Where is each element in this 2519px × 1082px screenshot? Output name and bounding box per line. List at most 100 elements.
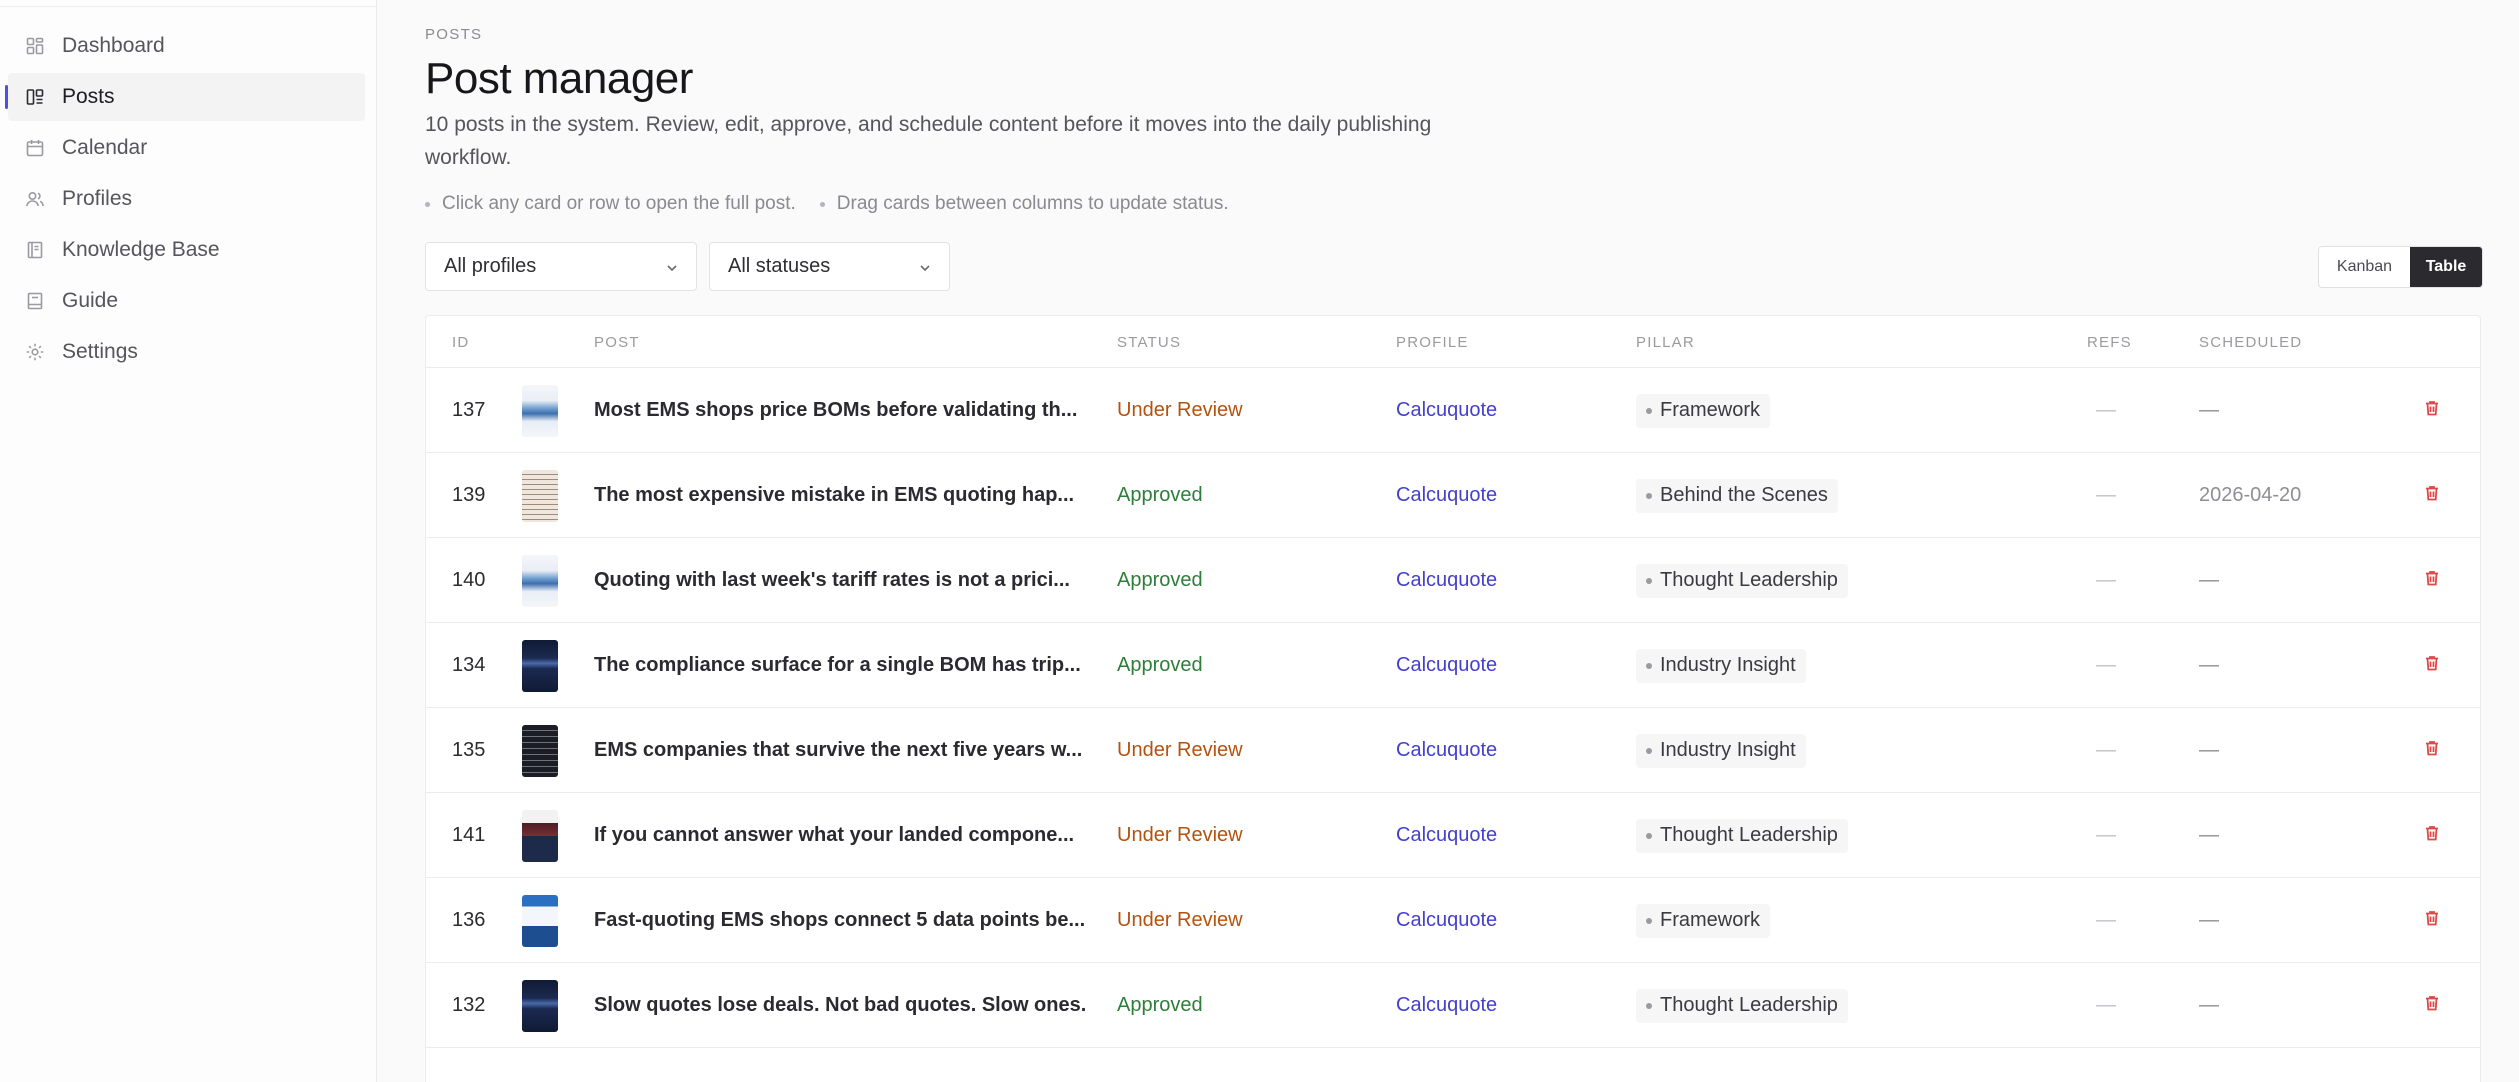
sidebar-item-label: Knowledge Base <box>62 238 220 261</box>
column-header-id[interactable]: ID <box>452 334 469 351</box>
delete-button[interactable] <box>2423 453 2441 538</box>
profile-link[interactable]: Calcuquote <box>1396 538 1497 623</box>
profile-link[interactable]: Calcuquote <box>1396 708 1497 793</box>
post-thumbnail <box>522 979 558 1032</box>
post-thumbnail <box>522 894 558 947</box>
trash-icon <box>2423 569 2441 592</box>
post-thumbnail <box>522 554 558 607</box>
table-row[interactable]: 132 Slow quotes lose deals. Not bad quote… <box>426 963 2480 1048</box>
sidebar: Dashboard Posts Calendar Profiles Knowledge … <box>0 0 377 1082</box>
profile-link[interactable]: Calcuquote <box>1396 878 1497 963</box>
pillar-tag: Thought Leadership <box>1636 563 1848 598</box>
status-badge: Approved <box>1117 994 1203 1016</box>
delete-button[interactable] <box>2423 708 2441 793</box>
column-header-refs[interactable]: REFS <box>2087 334 2132 351</box>
post-title: Fast-quoting EMS shops connect 5 data po… <box>594 909 1086 931</box>
profile-filter-select[interactable]: All profiles <box>425 242 697 291</box>
table-row[interactable]: 136 Fast-quoting EMS shops connect 5 data… <box>426 878 2480 963</box>
profile-link[interactable]: Calcuquote <box>1396 453 1497 538</box>
profile-link[interactable]: Calcuquote <box>1396 368 1497 453</box>
column-header-status[interactable]: STATUS <box>1117 334 1181 351</box>
trash-icon <box>2423 399 2441 422</box>
delete-button[interactable] <box>2423 878 2441 963</box>
trash-icon <box>2423 824 2441 847</box>
column-header-scheduled[interactable]: SCHEDULED <box>2199 334 2302 351</box>
bullet-icon <box>1646 577 1652 584</box>
column-header-pillar[interactable]: PILLAR <box>1636 334 1695 351</box>
profile-link[interactable]: Calcuquote <box>1396 623 1497 708</box>
post-id: 141 <box>452 824 486 846</box>
breadcrumb: POSTS <box>425 26 483 43</box>
sidebar-item-guide[interactable]: Guide <box>8 277 365 325</box>
chevron-down-icon <box>664 259 680 275</box>
sidebar-item-settings[interactable]: Settings <box>8 328 365 376</box>
gear-icon <box>24 341 46 363</box>
post-id: 136 <box>452 909 486 931</box>
post-title: If you cannot answer what your landed co… <box>594 824 1075 846</box>
sidebar-item-knowledge-base[interactable]: Knowledge Base <box>8 226 365 274</box>
sidebar-item-posts[interactable]: Posts <box>5 73 365 121</box>
post-id: 132 <box>452 994 486 1016</box>
trash-icon <box>2423 994 2441 1017</box>
post-thumbnail <box>522 724 558 777</box>
chevron-down-icon <box>917 259 933 275</box>
column-header-profile[interactable]: PROFILE <box>1396 334 1469 351</box>
sidebar-item-label: Settings <box>62 340 138 363</box>
profile-link[interactable]: Calcuquote <box>1396 793 1497 878</box>
profile-link[interactable]: Calcuquote <box>1396 963 1497 1048</box>
sidebar-item-dashboard[interactable]: Dashboard <box>8 22 365 70</box>
view-toggle: Kanban Table <box>2318 246 2483 288</box>
delete-button[interactable] <box>2423 538 2441 623</box>
sidebar-item-profiles[interactable]: Profiles <box>8 175 365 223</box>
bullet-icon <box>1646 832 1652 839</box>
posts-icon <box>24 86 46 108</box>
page-title: Post manager <box>425 54 693 103</box>
table-row[interactable]: 135 EMS companies that survive the next f… <box>426 708 2480 793</box>
status-filter-select[interactable]: All statuses <box>709 242 950 291</box>
delete-button[interactable] <box>2423 793 2441 878</box>
post-thumbnail <box>522 639 558 692</box>
column-header-post[interactable]: POST <box>594 334 640 351</box>
kanban-view-button[interactable]: Kanban <box>2319 247 2410 287</box>
status-badge: Approved <box>1117 654 1203 676</box>
scheduled-date: — <box>2199 909 2219 931</box>
post-id: 139 <box>452 484 486 506</box>
table-row[interactable]: 139 The most expensive mistake in EMS quo… <box>426 453 2480 538</box>
delete-button[interactable] <box>2423 963 2441 1048</box>
calendar-icon <box>24 137 46 159</box>
sidebar-item-label: Posts <box>62 85 115 108</box>
post-title: The compliance surface for a single BOM … <box>594 654 1081 676</box>
status-badge: Approved <box>1117 569 1203 591</box>
pillar-tag: Thought Leadership <box>1636 988 1848 1023</box>
post-title: EMS companies that survive the next five… <box>594 739 1083 761</box>
guide-icon <box>24 290 46 312</box>
table-body: 137 Most EMS shops price BOMs before vali… <box>426 368 2480 1048</box>
post-id: 137 <box>452 399 486 421</box>
hints: Click any card or row to open the full p… <box>425 193 1229 215</box>
pillar-tag: Behind the Scenes <box>1636 478 1838 513</box>
pillar-tag: Framework <box>1636 393 1771 428</box>
post-id: 140 <box>452 569 486 591</box>
posts-table: ID POST STATUS PROFILE PILLAR REFS SCHED… <box>425 315 2481 1082</box>
table-row[interactable]: 134 The compliance surface for a single B… <box>426 623 2480 708</box>
sidebar-nav: Dashboard Posts Calendar Profiles Knowledge … <box>5 22 365 379</box>
table-view-button[interactable]: Table <box>2410 247 2482 287</box>
table-row[interactable]: 137 Most EMS shops price BOMs before vali… <box>426 368 2480 453</box>
hint-click: Click any card or row to open the full p… <box>425 193 796 215</box>
status-badge: Under Review <box>1117 399 1243 421</box>
status-badge: Approved <box>1117 484 1203 506</box>
table-row[interactable]: 141 If you cannot answer what your landed… <box>426 793 2480 878</box>
delete-button[interactable] <box>2423 623 2441 708</box>
bullet-icon <box>1646 917 1652 924</box>
sidebar-item-label: Dashboard <box>62 34 165 57</box>
refs-value: — <box>2096 994 2116 1016</box>
table-header: ID POST STATUS PROFILE PILLAR REFS SCHED… <box>426 316 2480 368</box>
sidebar-item-calendar[interactable]: Calendar <box>8 124 365 172</box>
delete-button[interactable] <box>2423 368 2441 453</box>
post-title: Slow quotes lose deals. Not bad quotes. … <box>594 994 1087 1016</box>
book-icon <box>24 239 46 261</box>
sidebar-divider <box>0 6 377 7</box>
table-row[interactable]: 140 Quoting with last week's tariff rates… <box>426 538 2480 623</box>
scheduled-date: — <box>2199 569 2219 591</box>
trash-icon <box>2423 909 2441 932</box>
